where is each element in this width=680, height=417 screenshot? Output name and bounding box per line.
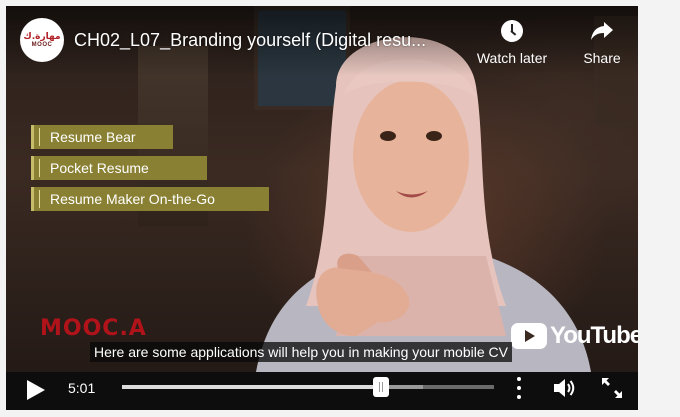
video-title-link[interactable]: CH02_L07_Branding yourself (Digital resu… — [74, 30, 426, 51]
lower-third-item: Pocket Resume — [31, 156, 207, 180]
channel-logo[interactable]: مهارة.ك MOOC — [20, 18, 64, 62]
youtube-logo[interactable]: YouTube — [511, 322, 638, 350]
share-button[interactable]: Share — [576, 20, 628, 66]
fullscreen-icon[interactable] — [600, 376, 624, 400]
control-bar — [6, 372, 638, 410]
channel-logo-arabic: مهارة.ك — [23, 31, 61, 42]
watch-later-label: Watch later — [476, 50, 548, 66]
more-vert-icon[interactable] — [516, 377, 522, 399]
youtube-play-icon — [511, 323, 547, 349]
mooca-watermark: MOOC.A — [40, 316, 147, 341]
lower-third-item: Resume Maker On-the-Go — [31, 187, 269, 211]
video-player[interactable]: مهارة.ك MOOC CH02_L07_Branding yourself … — [6, 6, 638, 410]
video-frame[interactable]: مهارة.ك MOOC CH02_L07_Branding yourself … — [6, 6, 638, 372]
progress-scrubber-handle[interactable] — [372, 377, 389, 397]
progress-played — [122, 385, 381, 389]
play-icon[interactable] — [24, 378, 48, 402]
volume-icon[interactable] — [552, 376, 578, 400]
clock-icon — [501, 20, 523, 42]
watch-later-button[interactable]: Watch later — [472, 20, 552, 66]
progress-bar[interactable] — [122, 385, 494, 389]
share-label: Share — [583, 50, 621, 66]
share-icon — [591, 22, 613, 40]
current-time: 5:01 — [68, 380, 96, 396]
youtube-wordmark: YouTube — [550, 322, 638, 349]
channel-logo-text: MOOC — [31, 41, 53, 48]
closed-caption: Here are some applications will help you… — [90, 342, 512, 362]
lower-third-item: Resume Bear — [31, 125, 173, 149]
